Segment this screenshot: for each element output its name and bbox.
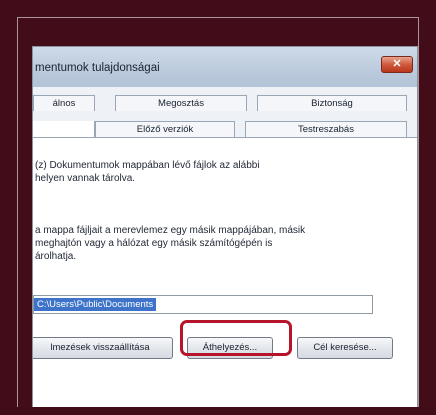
highlight-outline: [180, 320, 292, 356]
info-text-line: meghajtón vagy a hálózat egy másik számí…: [35, 238, 273, 249]
find-target-button[interactable]: Cél keresése...: [297, 337, 393, 359]
properties-dialog: mentumok tulajdonságai ✕ álnos Megosztás…: [32, 46, 418, 415]
dialog-titlebar[interactable]: mentumok tulajdonságai ✕: [33, 47, 417, 87]
tab-security[interactable]: Biztonság: [257, 95, 407, 111]
info-text-line: árolhatja.: [35, 251, 77, 262]
location-path-value: C:\Users\Public\Documents: [34, 298, 157, 311]
restore-defaults-button[interactable]: lmezések visszaállítása: [33, 337, 173, 359]
dialog-title: mentumok tulajdonságai: [35, 62, 160, 74]
location-path-input[interactable]: C:\Users\Public\Documents: [33, 295, 373, 314]
close-icon[interactable]: ✕: [381, 56, 413, 73]
info-text-line: helyen vannak tárolva.: [35, 173, 136, 184]
tab-customize[interactable]: Testreszabás: [245, 121, 407, 137]
info-text-line: a mappa fájljait a merevlemez egy másik …: [35, 225, 306, 236]
backdrop-bottom-edge: [0, 407, 436, 415]
tab-sharing[interactable]: Megosztás: [115, 95, 247, 111]
tab-previous-versions[interactable]: Előző verziók: [95, 121, 235, 137]
tab-general[interactable]: álnos: [33, 95, 95, 111]
info-text-line: (z) Dokumentumok mappában lévő fájlok az…: [35, 160, 260, 171]
